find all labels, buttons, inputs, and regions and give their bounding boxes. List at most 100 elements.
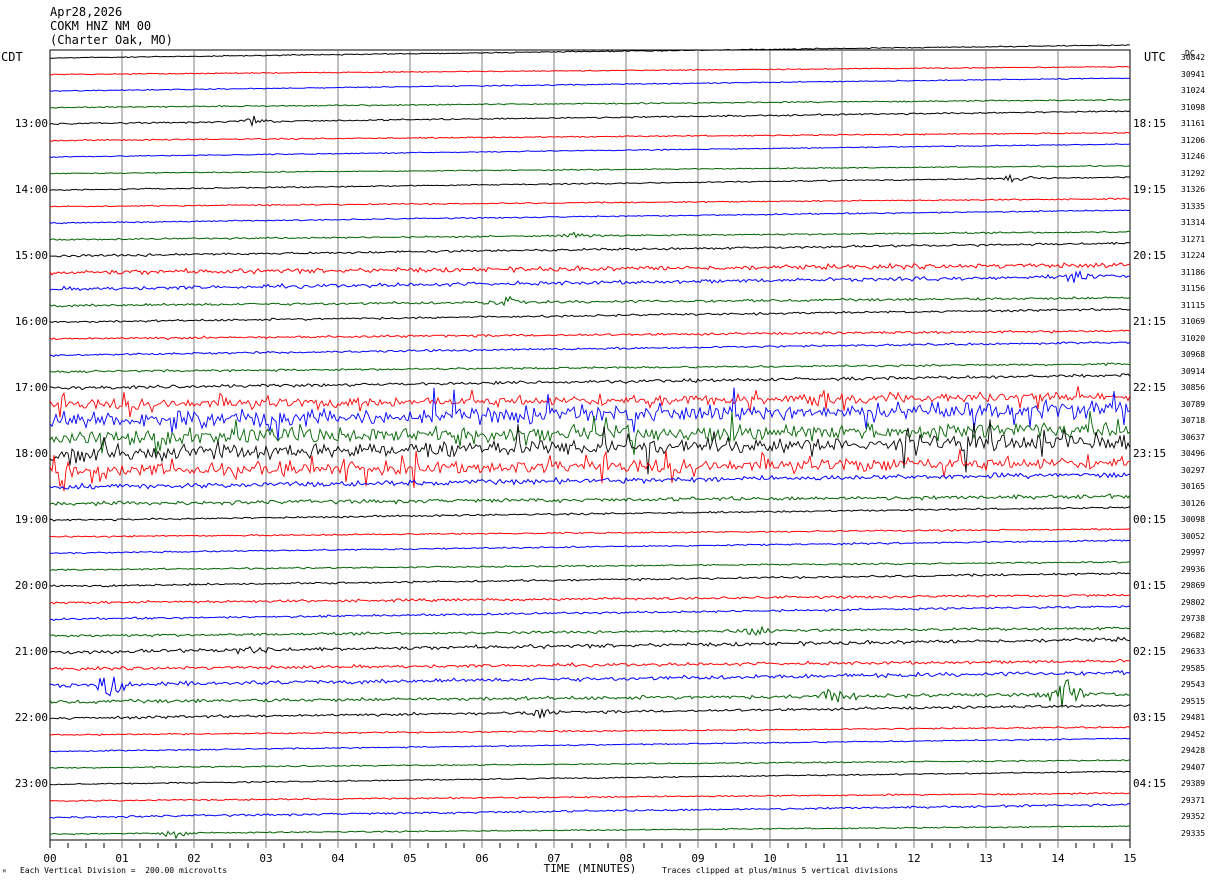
utc-hour-label: 04:15 (1133, 777, 1167, 791)
seismic-trace-33 (49, 593, 1131, 605)
utc-hour-label: 20:15 (1133, 249, 1167, 263)
seismic-trace-17 (49, 329, 1131, 341)
cdt-hour-label: 17:00 (14, 381, 48, 395)
seismic-trace-38 (49, 669, 1131, 697)
dc-offset-label: 31326 (1181, 185, 1206, 195)
dc-offset-label: 30052 (1181, 531, 1206, 541)
utc-hour-label: 19:15 (1133, 183, 1167, 197)
dc-offset-label: 30637 (1181, 432, 1206, 442)
dc-offset-label: 31024 (1181, 86, 1206, 96)
x-tick-label: 09 (691, 852, 705, 865)
seismic-trace-16 (49, 307, 1131, 324)
seismic-trace-23 (49, 411, 1131, 455)
utc-hour-label: 03:15 (1133, 711, 1167, 725)
dc-offset-label: 29802 (1181, 597, 1206, 607)
dc-offset-label: 30914 (1181, 366, 1206, 376)
utc-hour-label: 00:15 (1133, 513, 1167, 527)
dc-offset-label: 31224 (1181, 251, 1206, 261)
seismic-trace-41 (49, 725, 1131, 737)
utc-hour-label: 23:15 (1133, 447, 1167, 461)
seismic-trace-30 (50, 539, 1131, 555)
dc-offset-label: 30098 (1181, 515, 1206, 525)
dc-offset-label: 30842 (1181, 53, 1206, 62)
dc-offset-label: 29371 (1181, 795, 1206, 805)
scale-note: Each Vertical Division = 200.00 microvol… (20, 866, 228, 875)
seismic-trace-47 (49, 825, 1131, 840)
seismic-trace-34 (49, 605, 1131, 622)
seismic-trace-6 (49, 143, 1131, 158)
seismic-trace-39 (49, 679, 1131, 708)
utc-hour-label: 01:15 (1133, 579, 1167, 593)
seismic-trace-27 (49, 493, 1131, 507)
dc-offset-label: 31246 (1181, 152, 1206, 162)
dc-offset-label: 29936 (1181, 564, 1206, 574)
cdt-hour-label: 18:00 (14, 447, 48, 461)
seismic-trace-10 (49, 209, 1131, 225)
dc-offset-label: 29869 (1181, 581, 1206, 591)
dc-offset-label: 31271 (1181, 234, 1206, 244)
dc-offset-label: 29738 (1181, 614, 1206, 624)
utc-hour-label: 22:15 (1133, 381, 1167, 395)
seismic-trace-8 (49, 173, 1131, 192)
dc-offset-label: 29585 (1181, 663, 1206, 673)
dc-offset-label: 30496 (1181, 449, 1206, 459)
x-tick-label: 11 (835, 852, 849, 865)
dc-offset-label: 31161 (1181, 119, 1206, 129)
utc-hour-label: 18:15 (1133, 117, 1167, 131)
dc-offset-label: 31115 (1181, 300, 1206, 310)
seismic-trace-44 (49, 770, 1131, 786)
dc-offset-label: 29633 (1181, 647, 1206, 657)
dc-offset-label: 31314 (1181, 218, 1206, 228)
dc-offset-label: 30126 (1181, 498, 1206, 508)
dc-offset-label: 30941 (1181, 69, 1206, 79)
dc-offset-label: 30718 (1181, 416, 1206, 426)
seismic-trace-26 (49, 471, 1131, 490)
utc-hour-label: 02:15 (1133, 645, 1167, 659)
dc-offset-label: 29352 (1181, 812, 1206, 822)
x-tick-label: 10 (763, 852, 777, 865)
seismic-trace-1 (49, 65, 1131, 76)
seismic-trace-40 (49, 704, 1131, 720)
seismic-trace-2 (49, 77, 1131, 93)
seismic-trace-7 (50, 164, 1131, 175)
seismic-trace-9 (49, 197, 1131, 208)
seismic-trace-12 (50, 241, 1131, 258)
seismic-trace-37 (49, 658, 1130, 671)
x-tick-label: 15 (1123, 852, 1137, 865)
seismic-trace-0 (49, 44, 1131, 59)
dc-offset-label: 30165 (1181, 482, 1206, 492)
x-tick-label: 00 (43, 852, 57, 865)
cdt-hour-label: 20:00 (14, 579, 48, 593)
dc-offset-label: 30297 (1181, 465, 1206, 475)
dc-offset-label: 30789 (1181, 399, 1206, 409)
dc-offset-label: 29543 (1181, 680, 1206, 690)
seismic-trace-11 (49, 230, 1131, 241)
dc-offset-label: 29452 (1181, 729, 1206, 739)
x-tick-label: 13 (979, 852, 993, 865)
seismic-trace-29 (49, 528, 1131, 538)
dc-offset-label: 31186 (1181, 267, 1206, 277)
dc-offset-label: 29515 (1181, 696, 1206, 706)
x-axis-title: TIME (MINUTES) (543, 862, 637, 875)
x-tick-label: 12 (907, 852, 921, 865)
dc-offset-label: 31020 (1181, 333, 1206, 343)
dc-offset-label: 29682 (1181, 630, 1206, 640)
dc-offset-label: 31292 (1181, 168, 1206, 178)
clip-note: Traces clipped at plus/minus 5 vertical … (662, 866, 899, 875)
seismic-trace-4 (49, 110, 1131, 128)
dc-offset-label: 31156 (1181, 284, 1206, 294)
dc-offset-label: 31335 (1181, 201, 1206, 211)
seismic-trace-14 (49, 269, 1130, 292)
dc-offset-label: 29389 (1181, 779, 1206, 789)
dc-offset-label: 30968 (1181, 350, 1206, 360)
seismic-trace-45 (49, 792, 1131, 802)
seismic-trace-31 (49, 560, 1131, 571)
dc-offset-label: 31098 (1181, 102, 1206, 112)
x-tick-label: 03 (259, 852, 273, 865)
seismic-trace-46 (49, 803, 1131, 819)
dc-offset-label: 29428 (1181, 746, 1206, 756)
helicorder-plot (49, 44, 1131, 848)
seismogram-page: Apr28,2026 COKM HNZ NM 00 (Charter Oak, … (0, 0, 1210, 886)
x-tick-label: 06 (475, 852, 489, 865)
seismic-trace-43 (49, 759, 1131, 769)
